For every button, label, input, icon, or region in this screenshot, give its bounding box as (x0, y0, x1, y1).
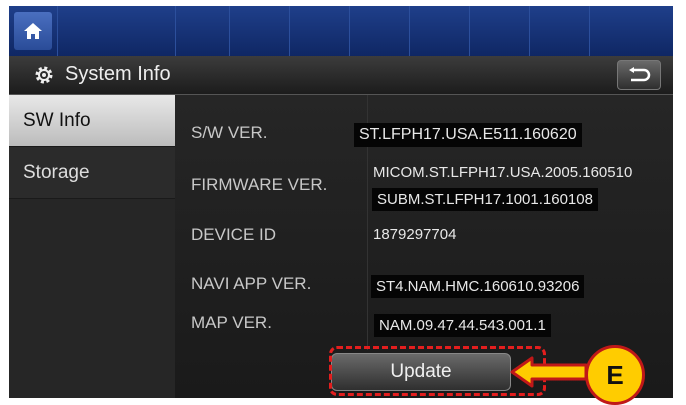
back-button[interactable] (617, 60, 661, 90)
navi-app-ver-value: ST4.NAM.HMC.160610.93206 (371, 275, 585, 298)
callout-arrow-icon (510, 356, 588, 388)
back-arrow-icon (629, 67, 651, 82)
top-bar-divider (57, 6, 58, 56)
sidebar: SW Info Storage (9, 95, 175, 398)
map-ver-value: NAM.09.47.44.543.001.1 (374, 314, 551, 337)
top-bar-divider (529, 6, 530, 56)
top-bar-divider (229, 6, 230, 56)
top-bar-divider (349, 6, 350, 56)
sidebar-empty-slot (9, 355, 175, 398)
device-id-value: 1879297704 (373, 226, 457, 243)
sidebar-empty-slot (9, 251, 175, 304)
firmware-ver-value-subm: SUBM.ST.LFPH17.1001.160108 (372, 188, 598, 211)
top-bar-divider (409, 6, 410, 56)
infotainment-screen: System Info SW Info Storage S/W VER. ST.… (9, 6, 673, 398)
firmware-ver-value-micom: MICOM.ST.LFPH17.USA.2005.160510 (373, 164, 633, 181)
sw-ver-value: ST.LFPH17.USA.E511.160620 (354, 123, 582, 147)
map-ver-label: MAP VER. (191, 313, 272, 332)
top-bar-divider (589, 6, 590, 56)
sidebar-empty-slot (9, 199, 175, 252)
sw-ver-label: S/W VER. (191, 123, 268, 142)
title-bar: System Info (9, 56, 673, 95)
home-icon (24, 23, 42, 39)
navi-app-ver-label: NAVI APP VER. (191, 274, 312, 293)
top-bar-divider (289, 6, 290, 56)
top-bar (9, 6, 673, 56)
gear-icon (35, 66, 53, 84)
device-id-label: DEVICE ID (191, 225, 277, 244)
firmware-ver-label: FIRMWARE VER. (191, 175, 328, 194)
top-bar-divider (175, 6, 176, 56)
sidebar-empty-slot (9, 303, 175, 356)
sidebar-item-storage[interactable]: Storage (9, 147, 175, 199)
page-title: System Info (65, 63, 171, 85)
home-button[interactable] (14, 12, 52, 50)
sidebar-item-sw-info[interactable]: SW Info (9, 95, 175, 147)
callout-badge: E (585, 345, 645, 405)
top-bar-divider (469, 6, 470, 56)
